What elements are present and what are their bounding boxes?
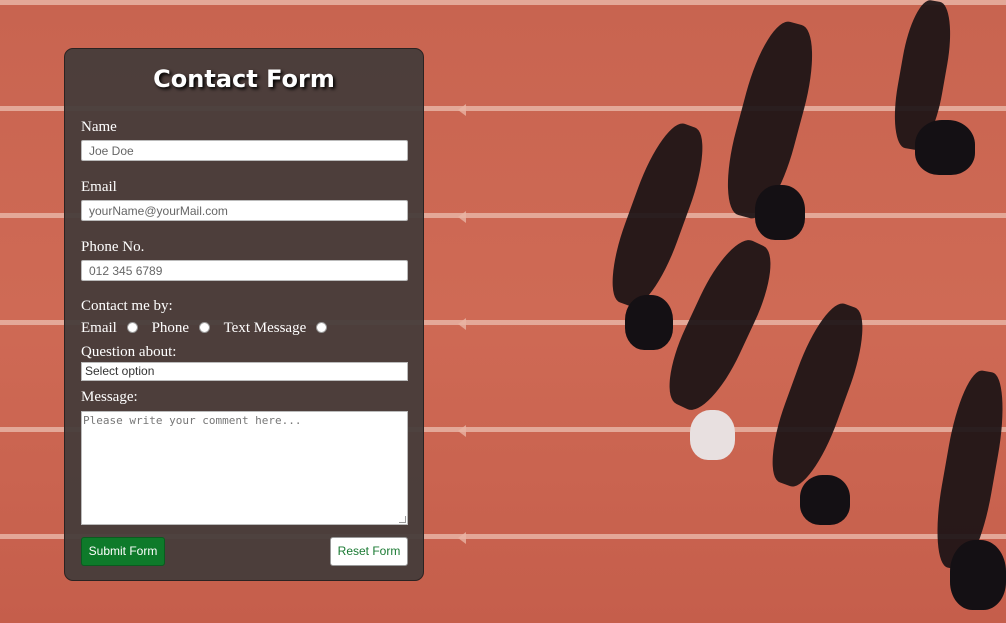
message-textarea[interactable]: Please write your comment here... <box>81 411 408 525</box>
runner <box>625 295 673 350</box>
radio-text-message[interactable] <box>316 322 328 334</box>
radio-email[interactable] <box>126 322 138 334</box>
arrow-icon <box>458 211 466 223</box>
arrow-icon <box>458 532 466 544</box>
email-field[interactable]: yourName@yourMail.com <box>81 200 408 221</box>
runner <box>755 185 805 240</box>
runner <box>800 475 850 525</box>
resize-handle-icon[interactable] <box>399 516 406 523</box>
arrow-icon <box>458 318 466 330</box>
name-label: Name <box>81 119 117 135</box>
arrow-icon <box>458 425 466 437</box>
form-title: Contact Form <box>153 65 335 93</box>
question-label: Question about: <box>81 344 177 360</box>
radio-label-text-message: Text Message <box>223 320 307 336</box>
name-field[interactable]: Joe Doe <box>81 140 408 161</box>
phone-label: Phone No. <box>81 239 145 255</box>
runner-shadow <box>759 296 876 494</box>
message-label: Message: <box>81 389 138 405</box>
radio-label-email: Email <box>81 320 117 336</box>
contact-method-group: Email Phone Text Message <box>81 320 337 337</box>
arrow-icon <box>458 104 466 116</box>
runner-shadow <box>654 230 786 420</box>
runner <box>915 120 975 175</box>
phone-field[interactable]: 012 345 6789 <box>81 260 408 281</box>
radio-phone[interactable] <box>199 322 211 334</box>
message-placeholder: Please write your comment here... <box>83 414 302 427</box>
contact-form: Contact Form Name Joe Doe Email yourName… <box>64 48 424 581</box>
runner <box>690 410 735 460</box>
email-label: Email <box>81 179 117 195</box>
lane-line <box>0 0 1006 5</box>
runner <box>950 540 1006 610</box>
reset-button[interactable]: Reset Form <box>330 537 408 566</box>
submit-button[interactable]: Submit Form <box>81 537 165 566</box>
question-select[interactable]: Select option <box>81 362 408 381</box>
radio-label-phone: Phone <box>151 320 190 336</box>
contact-method-label: Contact me by: <box>81 298 173 314</box>
